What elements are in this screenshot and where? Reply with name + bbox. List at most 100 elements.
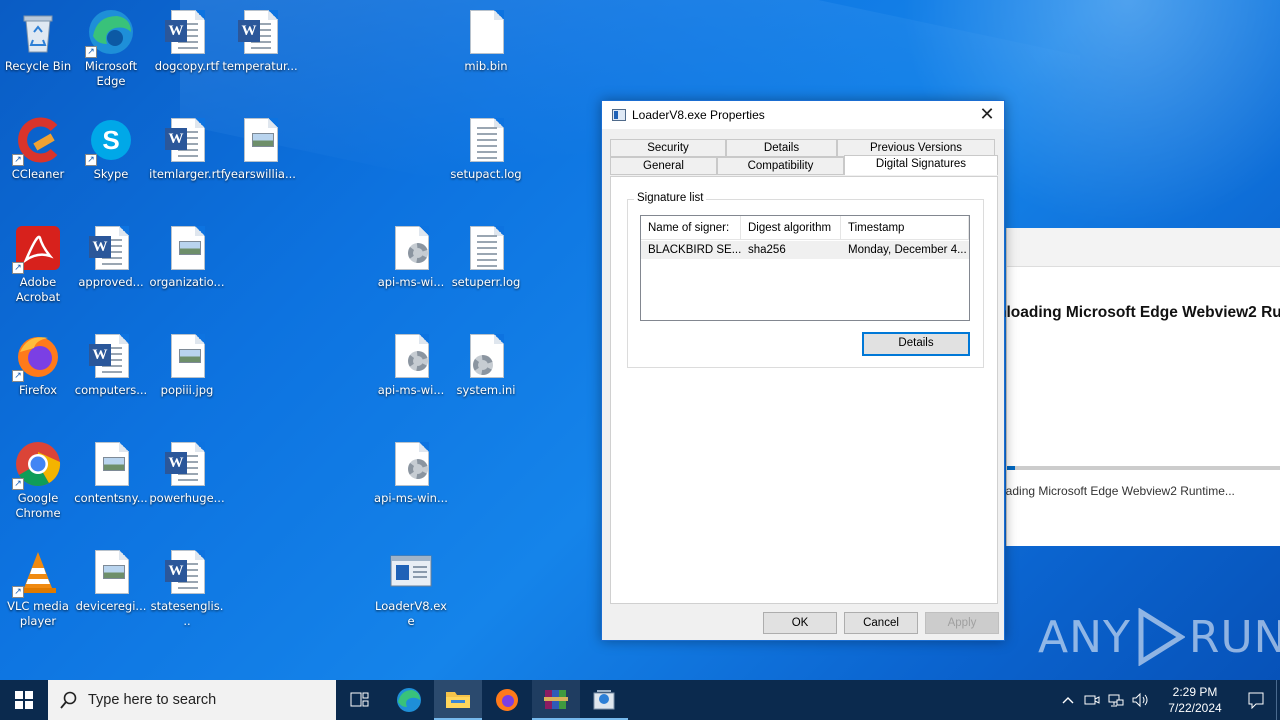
- camera-icon: [1084, 695, 1100, 705]
- desktop-icon-system-ini[interactable]: system.ini: [448, 332, 524, 398]
- desktop-icon-deviceregi[interactable]: deviceregi...: [73, 548, 149, 614]
- desktop-icon-computers[interactable]: W computers...: [73, 332, 149, 398]
- notification-icon: [1248, 692, 1264, 709]
- desktop-icon-yearswillia[interactable]: yearswillia...: [222, 116, 298, 182]
- tray-clock[interactable]: 2:29 PM 7/22/2024: [1154, 680, 1236, 720]
- digital-signatures-panel: Signature list Name of signer: Digest al…: [610, 176, 998, 604]
- desktop-icon-label: LoaderV8.exe: [375, 599, 447, 628]
- installer-status-text: oading Microsoft Edge Webview2 Runtime..…: [999, 484, 1235, 498]
- word-document-icon: W: [163, 548, 211, 596]
- taskbar-loader-app[interactable]: [580, 680, 628, 720]
- show-hidden-icons-button[interactable]: [1056, 680, 1080, 720]
- edge-icon: [397, 688, 421, 712]
- tray-volume[interactable]: [1128, 680, 1154, 720]
- system-file-gear-icon: [387, 332, 435, 380]
- desktop-icon-google-chrome[interactable]: ↗ Google Chrome: [0, 440, 76, 521]
- desktop-icon-organizatio[interactable]: organizatio...: [149, 224, 225, 290]
- shortcut-arrow-icon: ↗: [12, 154, 24, 166]
- tab-security[interactable]: Security: [610, 139, 726, 157]
- shortcut-arrow-icon: ↗: [12, 586, 24, 598]
- desktop-icon-label: system.ini: [456, 383, 516, 397]
- desktop-icon-label: itemlarger.rtf: [149, 167, 225, 181]
- taskbar-file-explorer[interactable]: [434, 680, 482, 720]
- desktop-icon-label: setuperr.log: [451, 275, 521, 289]
- svg-text:S: S: [102, 125, 119, 155]
- desktop-icon-temperatur[interactable]: W temperatur...: [222, 8, 298, 74]
- signature-details-button[interactable]: Details: [862, 332, 970, 356]
- cancel-button[interactable]: Cancel: [844, 612, 918, 634]
- desktop-icon-api-ms-wi-2[interactable]: api-ms-wi...: [373, 332, 449, 398]
- desktop-icon-statesenglis[interactable]: W statesenglis...: [149, 548, 225, 629]
- desktop-icon-vlc[interactable]: ↗ VLC media player: [0, 548, 76, 629]
- ccleaner-icon: ↗: [12, 116, 62, 166]
- desktop-icon-contentsny[interactable]: contentsny...: [73, 440, 149, 506]
- taskbar-edge[interactable]: [384, 680, 434, 720]
- task-view-icon: [350, 692, 369, 707]
- start-button[interactable]: [0, 680, 48, 720]
- tab-compatibility[interactable]: Compatibility: [717, 157, 844, 175]
- desktop-icon-label: temperatur...: [222, 59, 298, 73]
- settings-file-gear-icon: [462, 332, 510, 380]
- desktop-icon-popiii[interactable]: popiii.jpg: [149, 332, 225, 398]
- close-icon[interactable]: ✕: [970, 101, 1004, 129]
- search-placeholder: Type here to search: [88, 692, 217, 708]
- anyrun-watermark: ANY RUN: [1038, 607, 1280, 667]
- desktop-icon-powerhuge[interactable]: W powerhuge...: [149, 440, 225, 506]
- word-document-icon: W: [87, 224, 135, 272]
- desktop-icon-label: VLC media player: [7, 599, 69, 628]
- show-desktop-button[interactable]: [1276, 680, 1280, 720]
- column-header-digest-algorithm[interactable]: Digest algorithm: [741, 216, 841, 239]
- taskbar-winrar[interactable]: [532, 680, 580, 720]
- desktop-icon-api-ms-wi-1[interactable]: api-ms-wi...: [373, 224, 449, 290]
- dialog-title-bar[interactable]: LoaderV8.exe Properties ✕: [602, 101, 1004, 129]
- desktop-icon-label: mib.bin: [464, 59, 508, 73]
- action-center-button[interactable]: [1236, 680, 1276, 720]
- word-document-icon: W: [236, 8, 284, 56]
- shortcut-arrow-icon: ↗: [85, 46, 97, 58]
- ok-button[interactable]: OK: [763, 612, 837, 634]
- desktop-icon-itemlarger[interactable]: W itemlarger.rtf: [149, 116, 225, 182]
- tray-network[interactable]: [1104, 680, 1128, 720]
- task-view-button[interactable]: [336, 680, 384, 720]
- installer-progress-bar: [1007, 466, 1280, 470]
- blank-file-icon: [462, 8, 510, 56]
- desktop-icon-setupact[interactable]: setupact.log: [448, 116, 524, 182]
- desktop-icon-approved[interactable]: W approved...: [73, 224, 149, 290]
- clock-date: 7/22/2024: [1168, 701, 1222, 715]
- desktop-icon-setuperr[interactable]: setuperr.log: [448, 224, 524, 290]
- timestamp-cell: Monday, December 4...: [848, 244, 967, 256]
- desktop-icon-label: Adobe Acrobat: [15, 275, 61, 304]
- firefox-icon: ↗: [12, 332, 62, 382]
- desktop-icon-api-ms-win[interactable]: api-ms-win...: [373, 440, 449, 506]
- text-file-icon: [462, 116, 510, 164]
- watermark-text-right: RUN: [1188, 611, 1280, 663]
- desktop-icon-loaderv8[interactable]: LoaderV8.exe: [373, 548, 449, 629]
- desktop-icon-recycle-bin[interactable]: Recycle Bin: [0, 8, 76, 74]
- column-header-timestamp[interactable]: Timestamp: [841, 216, 969, 239]
- installer-title-bar: [1007, 228, 1280, 267]
- desktop-icon-ccleaner[interactable]: ↗ CCleaner: [0, 116, 76, 182]
- apply-button[interactable]: Apply: [925, 612, 999, 634]
- watermark-text-left: ANY: [1038, 611, 1131, 663]
- signature-list[interactable]: Name of signer: Digest algorithm Timesta…: [640, 215, 970, 321]
- tab-details[interactable]: Details: [726, 139, 837, 157]
- desktop-icon-adobe-acrobat[interactable]: ↗ Adobe Acrobat: [0, 224, 76, 305]
- signature-row[interactable]: BLACKBIRD SE... sha256 Monday, December …: [641, 241, 969, 259]
- tray-meet-now[interactable]: [1080, 680, 1104, 720]
- taskbar-search-box[interactable]: Type here to search: [48, 680, 336, 720]
- desktop-icon-skype[interactable]: S ↗ Skype: [73, 116, 149, 182]
- desktop-icon-dogcopy[interactable]: W dogcopy.rtf: [149, 8, 225, 74]
- skype-icon: S ↗: [85, 116, 135, 166]
- desktop-icon-firefox[interactable]: ↗ Firefox: [0, 332, 76, 398]
- clock-time: 2:29 PM: [1172, 685, 1218, 699]
- digest-algorithm-cell: sha256: [748, 244, 786, 256]
- executable-window-icon: [387, 548, 435, 596]
- tab-digital-signatures[interactable]: Digital Signatures: [844, 155, 998, 175]
- tab-general[interactable]: General: [610, 157, 717, 175]
- column-header-name-of-signer[interactable]: Name of signer:: [641, 216, 741, 239]
- signature-list-label: Signature list: [634, 192, 707, 204]
- installer-progress-fill: [1007, 466, 1016, 470]
- desktop-icon-microsoft-edge[interactable]: ↗ Microsoft Edge: [73, 8, 149, 89]
- taskbar-firefox[interactable]: [482, 680, 532, 720]
- desktop-icon-mib-bin[interactable]: mib.bin: [448, 8, 524, 74]
